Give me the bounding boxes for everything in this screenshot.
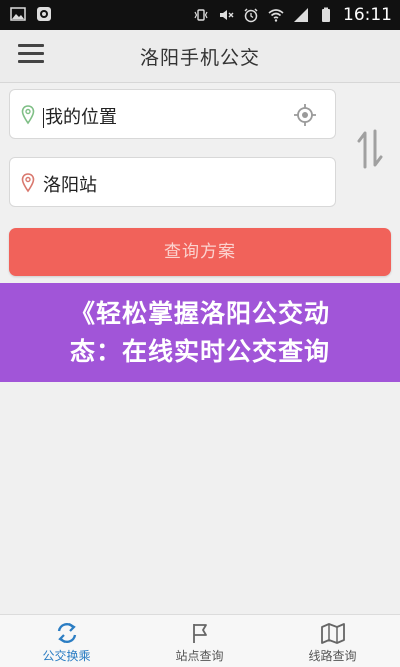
notification-icon <box>37 7 51 21</box>
title-banner: 《轻松掌握洛阳公交动 态：在线实时公交查询 <box>0 283 400 382</box>
status-bar: 16:11 <box>0 0 400 30</box>
text-cursor <box>43 108 44 128</box>
mute-icon <box>220 10 234 20</box>
from-input-value: 我的位置 <box>45 107 117 128</box>
banner-line-1: 《轻松掌握洛阳公交动 <box>69 299 330 328</box>
to-input-value: 洛阳站 <box>43 175 97 196</box>
tab-transfer[interactable]: 公交换乘 <box>0 615 133 667</box>
tab-station[interactable]: 站点查询 <box>133 615 266 667</box>
map-icon <box>320 623 345 644</box>
vibrate-icon <box>194 9 208 21</box>
flag-icon <box>192 624 207 643</box>
location-pin-icon <box>21 173 35 193</box>
status-time: 16:11 <box>343 5 392 25</box>
query-button[interactable]: 查询方案 <box>9 228 391 276</box>
wifi-icon <box>268 9 284 22</box>
locate-icon[interactable] <box>293 103 317 127</box>
tab-station-label: 站点查询 <box>175 649 224 663</box>
tab-route-label: 线路查询 <box>308 649 357 663</box>
banner-line-2: 态：在线实时公交查询 <box>69 337 330 366</box>
location-pin-icon <box>21 105 35 125</box>
signal-icon <box>294 8 308 22</box>
to-field[interactable]: 洛阳站 <box>9 157 336 207</box>
alarm-icon <box>244 8 258 23</box>
bottom-tab-bar: 公交换乘 站点查询 线路查询 <box>0 614 400 667</box>
from-field[interactable]: 我的位置 <box>9 89 336 139</box>
battery-icon <box>322 7 330 22</box>
transfer-icon <box>57 623 76 643</box>
page-title: 洛阳手机公交 <box>139 47 260 69</box>
tab-transfer-label: 公交换乘 <box>42 649 91 663</box>
app-bar: 洛阳手机公交 <box>0 30 400 83</box>
swap-icon[interactable] <box>355 127 385 171</box>
tab-route[interactable]: 线路查询 <box>266 615 399 667</box>
image-icon <box>10 7 26 21</box>
